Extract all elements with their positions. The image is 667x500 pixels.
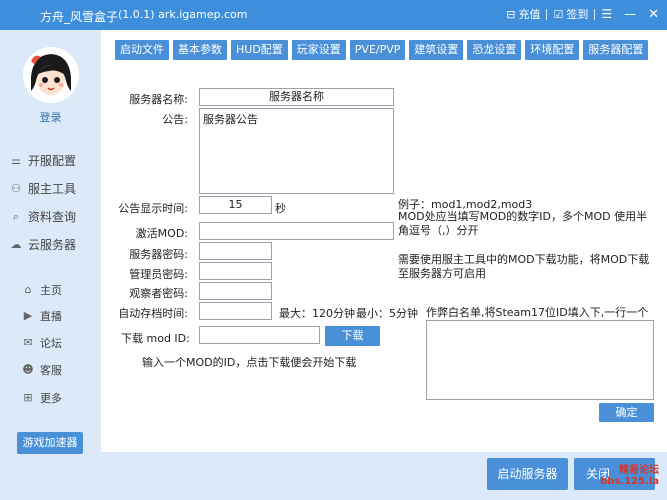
title-bar: 方舟_风雪盒子 (1.0.1) ark.igamep.com ⊟ 充值 ☑ 签到… xyxy=(0,0,667,30)
sidebar-item-forum[interactable]: ✉ 论坛 xyxy=(22,335,62,351)
mod-tool-hint: 需要使用服主工具中的MOD下载功能，将MOD下载至服务器方可启用 xyxy=(398,253,650,280)
sidebar-item-cloud-server[interactable]: ☁ 云服务器 xyxy=(10,236,77,253)
sidebar-item-label: 客服 xyxy=(40,364,62,377)
watermark-url: bbs.125.la xyxy=(600,476,659,487)
signin-link[interactable]: ☑ 签到 xyxy=(553,6,588,22)
sidebar-item-label: 资料查询 xyxy=(28,210,77,224)
activate-mod-input[interactable] xyxy=(199,222,394,240)
admin-password-label: 管理员密码: xyxy=(129,268,188,281)
tab-startup-file[interactable]: 启动文件 xyxy=(115,40,169,60)
spectator-password-input[interactable] xyxy=(199,282,272,300)
menu-icon[interactable]: ☰ xyxy=(601,7,612,21)
avatar[interactable] xyxy=(23,47,79,103)
cloud-icon: ☁ xyxy=(10,237,22,251)
download-mod-input[interactable] xyxy=(199,326,320,344)
autosave-label: 自动存档时间: xyxy=(118,307,188,320)
sidebar-item-more[interactable]: ⊞ 更多 xyxy=(22,390,62,406)
tab-dino-settings[interactable]: 恐龙设置 xyxy=(467,40,522,60)
download-hint: 输入一个MOD的ID，点击下载便会开始下载 xyxy=(142,356,357,369)
avatar-icon xyxy=(23,47,79,103)
tab-player-settings[interactable]: 玩家设置 xyxy=(291,40,346,60)
sidebar-item-label: 云服务器 xyxy=(28,238,77,252)
announce-time-unit: 秒 xyxy=(275,202,286,215)
sidebar-item-label: 主页 xyxy=(40,284,62,297)
confirm-button[interactable]: 确定 xyxy=(599,403,654,422)
signin-icon: ☑ xyxy=(553,7,564,21)
tab-basic-params[interactable]: 基本参数 xyxy=(173,40,227,60)
sidebar: 登录 ⚌ 开服配置 ⚇ 服主工具 ⌕ 资料查询 ☁ 云服务器 ⌂ 主页 ▶ 直播… xyxy=(0,30,101,500)
activate-mod-label: 激活MOD: xyxy=(135,227,188,240)
server-password-input[interactable] xyxy=(199,242,272,260)
video-icon: ▶ xyxy=(23,309,33,322)
announce-time-input[interactable]: 15 xyxy=(199,196,272,214)
download-mod-label: 下载 mod ID: xyxy=(121,332,190,345)
close-icon[interactable]: ✕ xyxy=(648,7,659,22)
sidebar-item-label: 开服配置 xyxy=(28,154,77,168)
tab-server-config[interactable]: 服务器配置 xyxy=(583,40,649,60)
announcement-textarea[interactable]: 服务器公告 xyxy=(199,108,394,194)
app-version: (1.0.1) ark.igamep.com xyxy=(118,8,248,21)
sidebar-item-label: 服主工具 xyxy=(28,182,77,196)
download-button[interactable]: 下载 xyxy=(325,326,380,346)
recharge-link[interactable]: ⊟ 充值 xyxy=(506,6,540,22)
sidebar-item-owner-tools[interactable]: ⚇ 服主工具 xyxy=(10,180,76,197)
sidebar-item-label: 直播 xyxy=(40,310,62,323)
signin-label: 签到 xyxy=(566,8,589,21)
whitelist-textarea[interactable] xyxy=(426,320,654,400)
whitelist-hint: 作弊白名单,将Steam17位ID填入下,一行一个 xyxy=(426,306,649,319)
spectator-password-label: 观察者密码: xyxy=(129,287,188,300)
app-title: 方舟_风雪盒子 xyxy=(40,10,119,24)
divider xyxy=(594,8,596,20)
chat-icon: ✉ xyxy=(23,336,33,349)
support-icon: ☻ xyxy=(22,363,34,376)
server-name-input[interactable]: 服务器名称 xyxy=(199,88,394,106)
tab-environment-config[interactable]: 环境配置 xyxy=(525,40,580,60)
autosave-min-text: 最小：5分钟 xyxy=(356,307,418,320)
autosave-input[interactable] xyxy=(199,302,272,320)
announce-time-label: 公告显示时间: xyxy=(118,202,188,215)
start-server-button[interactable]: 启动服务器 xyxy=(487,458,568,490)
sidebar-item-label: 论坛 xyxy=(40,337,62,350)
sidebar-item-data-query[interactable]: ⌕ 资料查询 xyxy=(10,208,76,225)
sidebar-item-home[interactable]: ⌂ 主页 xyxy=(22,282,63,298)
tab-hud-config[interactable]: HUD配置 xyxy=(231,40,288,60)
server-name-label: 服务器名称: xyxy=(129,93,188,106)
config-tabs: 启动文件 基本参数 HUD配置 玩家设置 PVE/PVP 建筑设置 恐龙设置 环… xyxy=(115,40,649,60)
sidebar-item-label: 更多 xyxy=(40,392,62,405)
tab-building-settings[interactable]: 建筑设置 xyxy=(409,40,464,60)
search-icon: ⌕ xyxy=(12,209,20,223)
tab-pve-pvp[interactable]: PVE/PVP xyxy=(349,40,406,60)
watermark: 精易论坛 bbs.125.la xyxy=(600,465,659,487)
announcement-label: 公告: xyxy=(162,113,188,126)
divider xyxy=(546,8,548,20)
autosave-max-text: 最大：120分钟 xyxy=(279,307,355,320)
server-password-label: 服务器密码: xyxy=(129,248,188,261)
sidebar-item-server-config[interactable]: ⚌ 开服配置 xyxy=(10,152,76,169)
sidebar-item-support[interactable]: ☻ 客服 xyxy=(22,362,62,378)
recharge-label: 充值 xyxy=(518,8,541,21)
recharge-icon: ⊟ xyxy=(506,7,516,21)
game-accelerator-button[interactable]: 游戏加速器 xyxy=(17,432,83,454)
sidebar-item-live[interactable]: ▶ 直播 xyxy=(22,308,62,324)
minimize-icon[interactable]: — xyxy=(624,7,636,21)
user-gear-icon: ⚇ xyxy=(11,181,21,195)
admin-password-input[interactable] xyxy=(199,262,272,280)
sliders-icon: ⚌ xyxy=(11,153,21,167)
grid-icon: ⊞ xyxy=(23,391,33,404)
watermark-title: 精易论坛 xyxy=(619,465,659,476)
login-link[interactable]: 登录 xyxy=(0,109,101,125)
mod-explain-text: MOD处应当填写MOD的数字ID，多个MOD 使用半角逗号（,）分开 xyxy=(398,210,648,237)
home-icon: ⌂ xyxy=(24,283,32,296)
